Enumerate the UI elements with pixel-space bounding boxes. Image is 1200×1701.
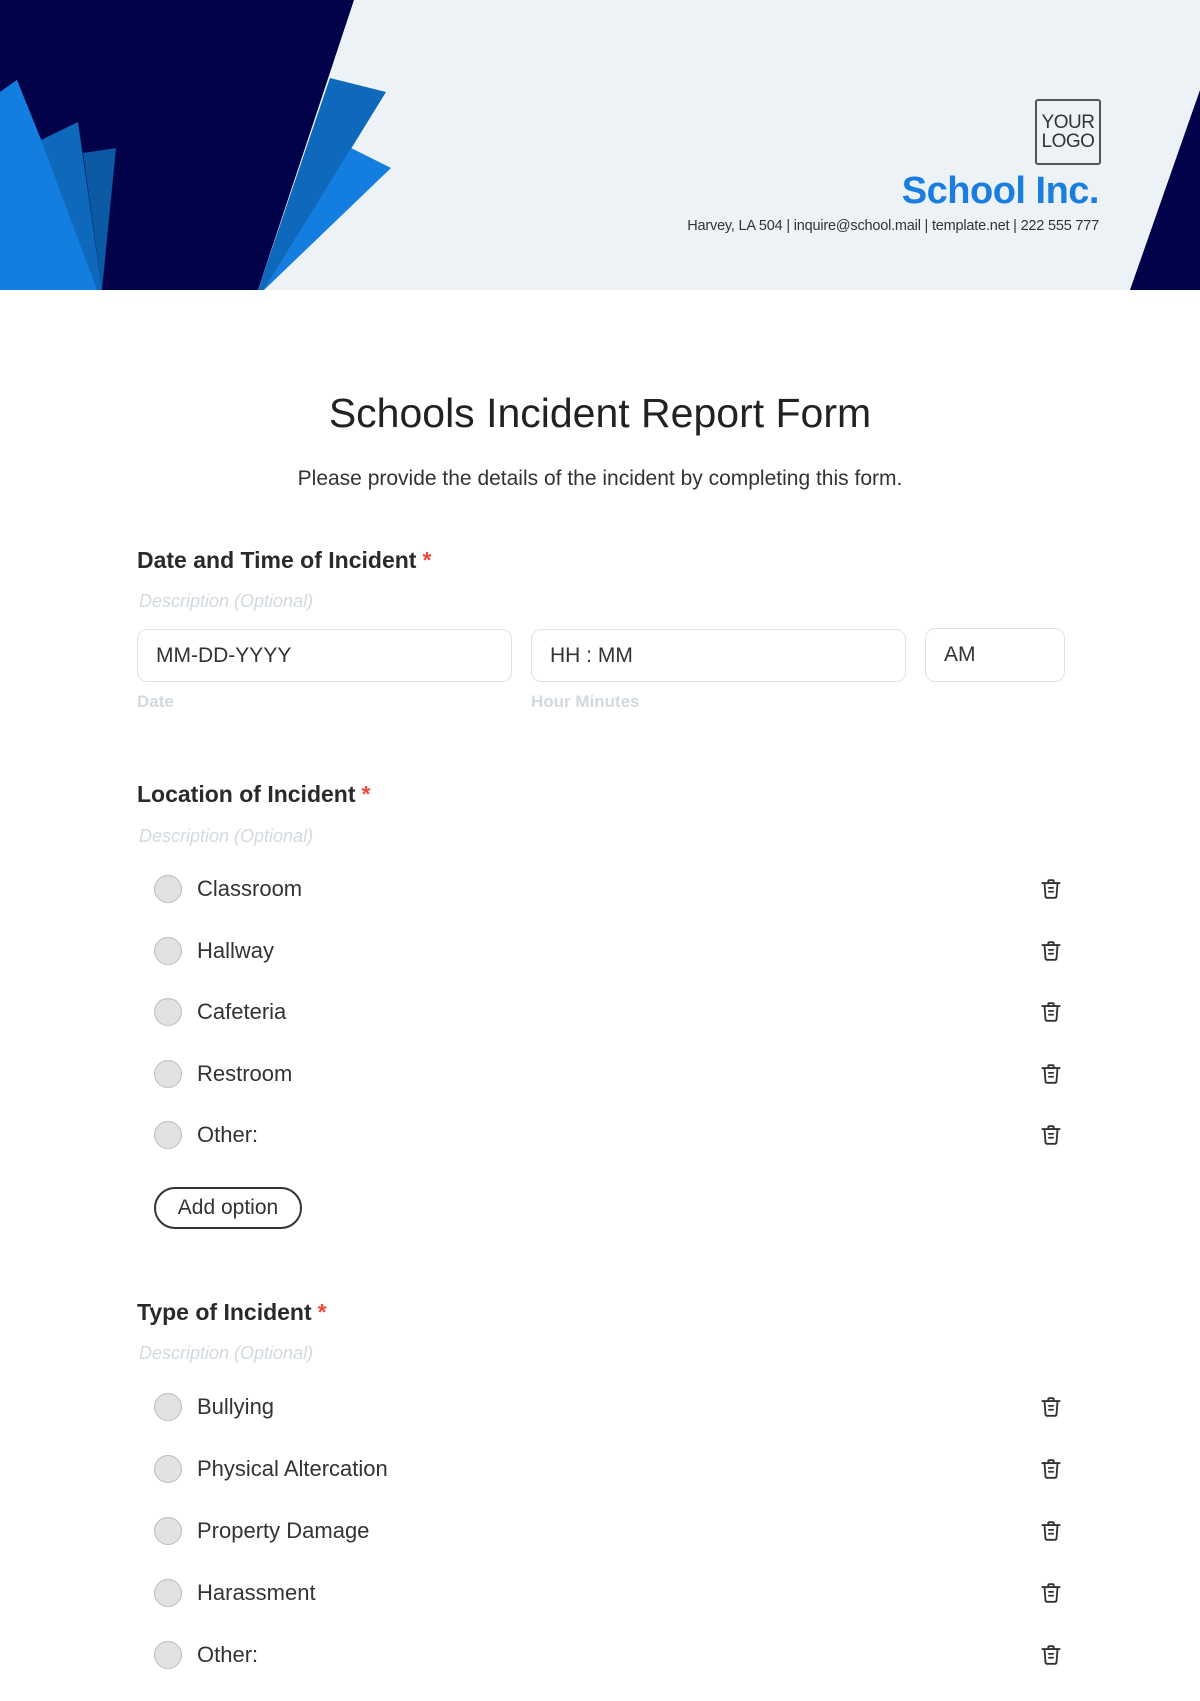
option-label[interactable]: Property Damage (197, 1518, 369, 1544)
radio-button[interactable] (154, 1641, 182, 1669)
required-asterisk: * (317, 1299, 327, 1325)
question-title-location: Location of Incident * (137, 781, 370, 808)
required-asterisk: * (361, 781, 371, 807)
header-banner: YOUR LOGO School Inc. Harvey, LA 504 | i… (0, 0, 1200, 290)
option-row-location-5[interactable]: Other: (154, 1117, 1064, 1153)
trash-icon[interactable] (1038, 1122, 1064, 1148)
logo-text-line1: YOUR (1041, 112, 1095, 133)
radio-button[interactable] (154, 875, 182, 903)
form-subtitle: Please provide the details of the incide… (297, 467, 903, 490)
navy-shape-right (1130, 90, 1200, 290)
question-description-type[interactable]: Description (Optional) (139, 1343, 313, 1364)
trash-icon[interactable] (1038, 1061, 1064, 1087)
logo-text-line2: LOGO (1041, 131, 1095, 152)
date-sublabel: Date (137, 692, 174, 711)
radio-button[interactable] (154, 936, 182, 965)
option-row-type-5[interactable]: Other: (154, 1637, 1064, 1673)
company-contact: Harvey, LA 504 | inquire@school.mail | t… (687, 218, 1099, 234)
trash-icon[interactable] (1038, 1456, 1064, 1482)
radio-button[interactable] (154, 1579, 182, 1607)
option-label[interactable]: Other: (197, 1642, 258, 1668)
question-description-datetime[interactable]: Description (Optional) (139, 591, 313, 612)
option-label[interactable]: Hallway (197, 938, 274, 964)
trash-icon[interactable] (1038, 876, 1064, 902)
option-label[interactable]: Physical Altercation (197, 1456, 388, 1482)
option-row-location-3[interactable]: Cafeteria (154, 994, 1064, 1030)
company-name: School Inc. (901, 170, 1100, 212)
option-label[interactable]: Other: (197, 1122, 258, 1148)
time-sublabel: Hour Minutes (531, 692, 640, 711)
radio-button[interactable] (154, 1121, 182, 1149)
option-label[interactable]: Bullying (197, 1394, 274, 1420)
ampm-value: AM (944, 643, 976, 666)
trash-icon[interactable] (1038, 999, 1064, 1025)
question-title-text: Type of Incident (137, 1299, 312, 1325)
radio-button[interactable] (154, 1059, 182, 1088)
date-input[interactable]: MM-DD-YYYY (137, 629, 512, 682)
option-row-location-2[interactable]: Hallway (154, 933, 1064, 969)
radio-button[interactable] (154, 998, 182, 1026)
option-row-type-2[interactable]: Physical Altercation (154, 1451, 1064, 1487)
radio-button[interactable] (154, 1517, 182, 1545)
logo-placeholder: YOUR LOGO (1035, 99, 1101, 165)
trash-icon[interactable] (1038, 1518, 1064, 1544)
trash-icon[interactable] (1038, 1642, 1064, 1668)
required-asterisk: * (422, 547, 432, 573)
question-title-text: Date and Time of Incident (137, 547, 417, 573)
time-input-placeholder: HH : MM (550, 643, 633, 667)
ampm-select[interactable]: AM (925, 628, 1065, 682)
trash-icon[interactable] (1038, 1394, 1064, 1420)
form-title: Schools Incident Report Form (328, 390, 872, 436)
question-title-datetime: Date and Time of Incident * (137, 547, 431, 574)
option-label[interactable]: Restroom (197, 1061, 292, 1087)
radio-button[interactable] (154, 1393, 182, 1421)
trash-icon[interactable] (1038, 938, 1064, 964)
question-title-type: Type of Incident * (137, 1299, 327, 1326)
option-row-location-4[interactable]: Restroom (154, 1056, 1064, 1092)
radio-button[interactable] (154, 1455, 182, 1483)
time-input[interactable]: HH : MM (531, 629, 906, 682)
option-label[interactable]: Cafeteria (197, 999, 286, 1025)
header-decoration (0, 0, 1200, 290)
option-row-type-3[interactable]: Property Damage (154, 1513, 1064, 1549)
option-label[interactable]: Harassment (197, 1580, 316, 1606)
question-title-text: Location of Incident (137, 781, 356, 807)
option-label[interactable]: Classroom (197, 876, 302, 902)
add-option-button[interactable]: Add option (154, 1187, 302, 1229)
option-row-type-1[interactable]: Bullying (154, 1389, 1064, 1425)
option-row-type-4[interactable]: Harassment (154, 1575, 1064, 1611)
date-input-placeholder: MM-DD-YYYY (156, 643, 292, 667)
option-row-location-1[interactable]: Classroom (154, 871, 1064, 907)
question-description-location[interactable]: Description (Optional) (139, 826, 313, 847)
trash-icon[interactable] (1038, 1580, 1064, 1606)
